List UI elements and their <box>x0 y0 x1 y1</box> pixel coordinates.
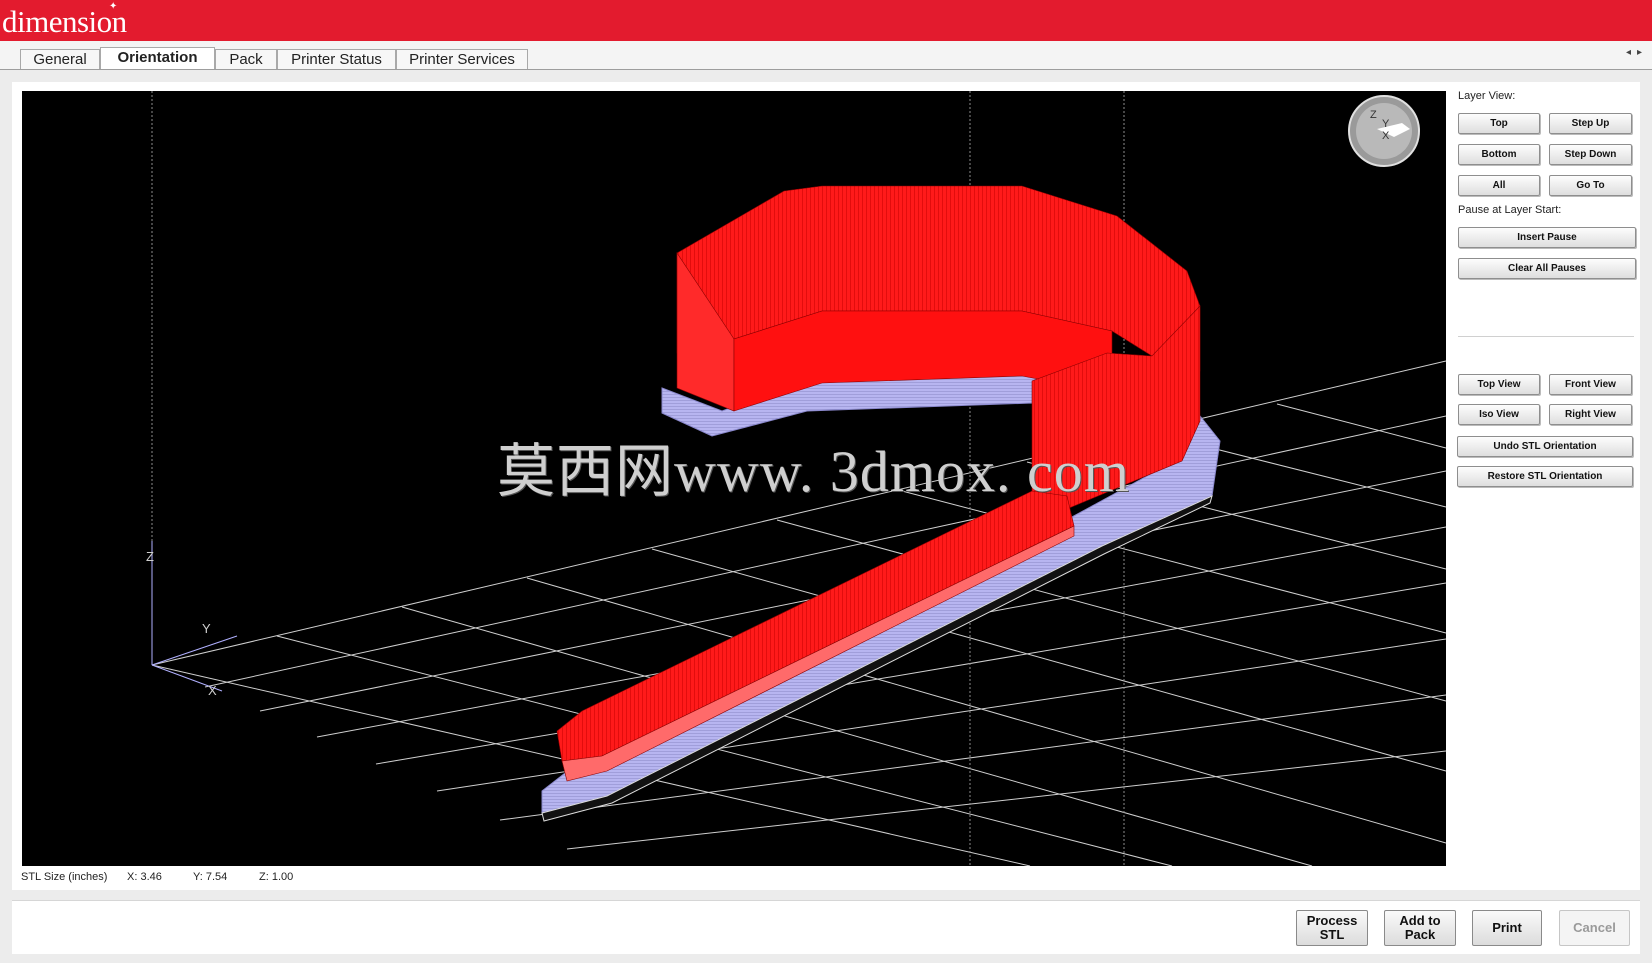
tab-scroll-arrows-icon[interactable]: ◂▸ <box>1626 47 1648 58</box>
go-to-button[interactable]: Go To <box>1549 175 1632 196</box>
tab-printer-status[interactable]: Printer Status <box>277 49 396 69</box>
title-bar: dimension ✦ <box>0 0 1652 41</box>
axis-label-x: X <box>208 683 217 698</box>
pause-label: Pause at Layer Start: <box>1458 204 1562 216</box>
tab-printer-services[interactable]: Printer Services <box>396 49 528 69</box>
iso-view-button[interactable]: Iso View <box>1458 404 1540 425</box>
right-view-button[interactable]: Right View <box>1549 404 1632 425</box>
print-button[interactable]: Print <box>1472 910 1542 946</box>
stl-size-y: Y: 7.54 <box>193 871 228 883</box>
layer-top-button[interactable]: Top <box>1458 113 1540 134</box>
svg-text:X: X <box>1382 130 1390 142</box>
insert-pause-button[interactable]: Insert Pause <box>1458 227 1636 248</box>
undo-stl-orientation-button[interactable]: Undo STL Orientation <box>1457 436 1633 457</box>
add-to-pack-button[interactable]: Add to Pack <box>1384 910 1456 946</box>
tab-bar: General Orientation Pack Printer Status … <box>0 41 1652 70</box>
layer-view-label: Layer View: <box>1458 90 1516 102</box>
step-up-button[interactable]: Step Up <box>1549 113 1632 134</box>
clear-all-pauses-button[interactable]: Clear All Pauses <box>1458 258 1636 279</box>
tab-orientation[interactable]: Orientation <box>100 47 215 69</box>
stl-size-label: STL Size (inches) <box>21 871 108 883</box>
axis-label-y: Y <box>202 621 211 636</box>
dimension-logo: dimension <box>2 4 127 39</box>
layer-bottom-button[interactable]: Bottom <box>1458 144 1540 165</box>
axis-label-z: Z <box>146 549 154 564</box>
svg-text:Z: Z <box>1370 109 1377 121</box>
process-stl-button[interactable]: Process STL <box>1296 910 1368 946</box>
stl-size-x: X: 3.46 <box>127 871 162 883</box>
top-view-button[interactable]: Top View <box>1458 374 1540 395</box>
front-view-button[interactable]: Front View <box>1549 374 1632 395</box>
tab-pack[interactable]: Pack <box>215 49 277 69</box>
layer-all-button[interactable]: All <box>1458 175 1540 196</box>
controls-divider <box>1458 336 1634 337</box>
model-viewport[interactable]: Z Y X Z Y X 莫西网www. 3dmox. com <box>22 91 1446 866</box>
tab-general[interactable]: General <box>20 49 100 69</box>
step-down-button[interactable]: Step Down <box>1549 144 1632 165</box>
svg-text:Y: Y <box>1382 118 1390 130</box>
watermark-text: 莫西网www. 3dmox. com <box>497 439 1130 504</box>
restore-stl-orientation-button[interactable]: Restore STL Orientation <box>1457 466 1633 487</box>
cancel-button[interactable]: Cancel <box>1559 910 1630 946</box>
orientation-cube[interactable]: Z Y X <box>1348 95 1420 167</box>
stl-size-z: Z: 1.00 <box>259 871 294 883</box>
logo-star-icon: ✦ <box>109 1 118 12</box>
